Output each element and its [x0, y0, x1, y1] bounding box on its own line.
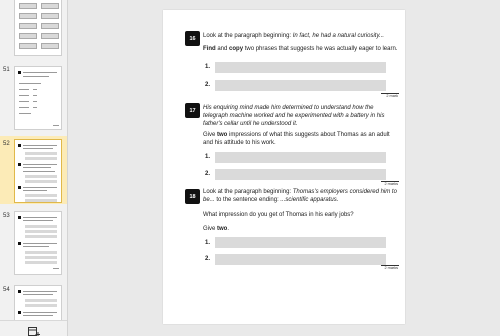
question-prompt: Look at the paragraph beginning: In fact…: [203, 33, 385, 39]
answer-number: 2.: [205, 256, 211, 262]
thumbnail-row[interactable]: 54: [0, 282, 67, 322]
page-number: 52: [3, 141, 10, 147]
marks-label: 2 marks: [384, 182, 398, 186]
answer-number: 1.: [205, 240, 211, 246]
question-prompt: Look at the paragraph beginning: Thomas'…: [203, 189, 397, 203]
document-page: 16 Look at the paragraph beginning: In f…: [163, 10, 405, 324]
question-number-badge: 17: [185, 103, 200, 118]
question-instruction: Give two.: [203, 226, 230, 232]
marks-label: 2 marks: [384, 266, 398, 270]
answer-number: 2.: [205, 171, 211, 177]
page-thumbnail[interactable]: [14, 211, 62, 275]
page-number: 51: [3, 67, 10, 73]
answer-field[interactable]: [215, 169, 386, 180]
page-thumbnails-sidebar: 51 52 53 54: [0, 0, 68, 336]
thumbnail-row[interactable]: 51: [0, 62, 67, 134]
question-number-badge: 18: [185, 189, 200, 204]
question-instruction: Find and copy two phrases that suggests …: [203, 46, 398, 52]
thumbnail-row[interactable]: [0, 0, 67, 60]
question-number-badge: 16: [185, 31, 200, 46]
page-thumbnail[interactable]: [14, 285, 62, 322]
answer-number: 1.: [205, 154, 211, 160]
answer-field[interactable]: [215, 152, 386, 163]
sidebar-toolbar: [0, 320, 67, 336]
page-number: 54: [3, 287, 10, 293]
thumbnail-row[interactable]: 53: [0, 208, 67, 280]
marks-label: 2 mark: [386, 94, 398, 98]
page-thumbnail[interactable]: [14, 139, 62, 203]
question-instruction: Give two impressions of what this sugges…: [203, 132, 390, 146]
question-prompt: His enquiring mind made him determined t…: [203, 105, 385, 127]
thumbnail-row-selected[interactable]: 52: [0, 136, 67, 204]
answer-field[interactable]: [215, 254, 386, 265]
question-text: What impression do you get of Thomas in …: [203, 212, 354, 218]
answer-field[interactable]: [215, 80, 386, 91]
add-page-icon[interactable]: [28, 324, 40, 336]
page-number: 53: [3, 213, 10, 219]
answer-number: 1.: [205, 64, 211, 70]
answer-field[interactable]: [215, 62, 386, 73]
page-thumbnail[interactable]: [14, 66, 62, 130]
page-thumbnail[interactable]: [14, 0, 62, 56]
answer-number: 2.: [205, 82, 211, 88]
answer-field[interactable]: [215, 237, 386, 248]
